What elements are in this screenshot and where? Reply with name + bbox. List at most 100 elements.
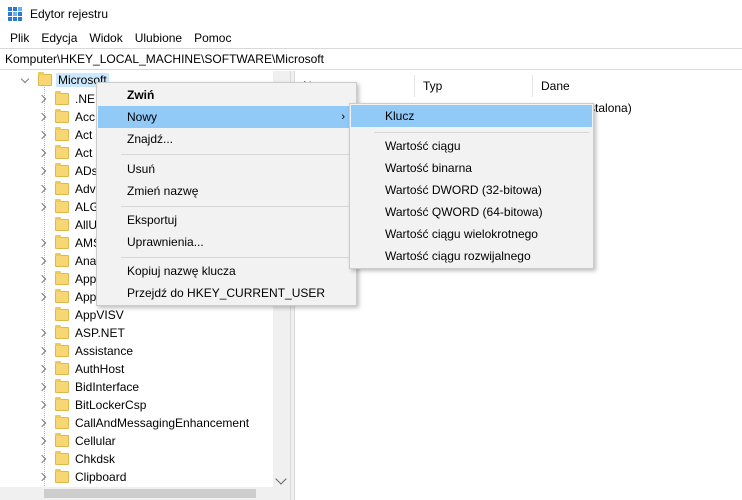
tree-item[interactable]: .NE (37, 90, 97, 108)
chevron-right-icon[interactable] (37, 418, 47, 428)
tree-item-label: ASP.NET (75, 326, 125, 340)
tree-item[interactable]: ASP.NET (37, 324, 127, 342)
submenu-item-expandable-string-value[interactable]: Wartość ciągu rozwijalnego (351, 245, 592, 267)
menu-item-find[interactable]: Znajdź... (98, 128, 355, 150)
tree-item[interactable]: Cellular (37, 432, 118, 450)
tree-item-label: Act (75, 146, 93, 160)
folder-icon (55, 361, 69, 375)
tree-item-label: CallAndMessagingEnhancement (75, 416, 250, 430)
tree-item[interactable]: BidInterface (37, 378, 141, 396)
tree-item[interactable]: Act (37, 126, 94, 144)
tree-item[interactable]: Act (37, 144, 94, 162)
context-menu: Zwiń Nowy › Znajdź... Usuń Zmień nazwę E… (96, 82, 357, 306)
tree-horizontal-scrollbar[interactable] (0, 487, 290, 500)
column-header-type[interactable]: Typ (415, 75, 533, 97)
chevron-right-icon[interactable] (37, 94, 47, 104)
folder-icon (55, 91, 69, 105)
chevron-right-icon[interactable] (37, 328, 47, 338)
tree-item[interactable]: App (37, 288, 98, 306)
folder-icon (38, 72, 52, 86)
chevron-right-icon[interactable] (37, 112, 47, 122)
column-header-data[interactable]: Dane (533, 75, 742, 97)
folder-icon (55, 109, 69, 123)
menu-ulubione[interactable]: Ulubione (129, 28, 188, 48)
chevron-right-icon[interactable] (37, 148, 47, 158)
menu-edycja[interactable]: Edycja (35, 28, 83, 48)
tree-item[interactable]: Chkdsk (37, 450, 117, 468)
menu-item-delete[interactable]: Usuń (98, 158, 355, 180)
scrollbar-thumb[interactable] (44, 489, 256, 498)
tree-item[interactable]: Ana (37, 252, 98, 270)
menu-item-collapse[interactable]: Zwiń (98, 84, 355, 106)
tree-item[interactable]: AllU (37, 216, 99, 234)
chevron-right-icon[interactable] (37, 274, 47, 284)
chevron-right-icon[interactable] (37, 454, 47, 464)
folder-icon (55, 181, 69, 195)
folder-icon (55, 451, 69, 465)
tree-item-label: Acc (75, 110, 96, 124)
tree-item-label: Assistance (75, 344, 134, 358)
folder-icon (55, 433, 69, 447)
chevron-down-icon[interactable] (20, 75, 30, 85)
chevron-right-icon[interactable] (37, 166, 47, 176)
tree-item-label: Clipboard (75, 470, 127, 484)
submenu-item-dword-value[interactable]: Wartość DWORD (32-bitowa) (351, 179, 592, 201)
tree-item[interactable]: Clipboard (37, 468, 128, 486)
chevron-right-icon[interactable] (37, 292, 47, 302)
tree-item-label: Chkdsk (75, 452, 116, 466)
tree-item[interactable]: AMS (37, 234, 103, 252)
registry-editor-icon (8, 7, 22, 21)
chevron-right-icon[interactable] (37, 436, 47, 446)
menu-separator (121, 257, 351, 258)
menu-pomoc[interactable]: Pomoc (188, 28, 237, 48)
chevron-right-icon[interactable] (37, 400, 47, 410)
submenu-item-key[interactable]: Klucz (351, 105, 592, 127)
tree-item[interactable]: AuthHost (37, 360, 126, 378)
menu-item-copy-key-name[interactable]: Kopiuj nazwę klucza (98, 260, 355, 282)
menu-item-permissions[interactable]: Uprawnienia... (98, 231, 355, 253)
chevron-right-icon[interactable] (37, 238, 47, 248)
chevron-right-icon[interactable] (37, 256, 47, 266)
menu-widok[interactable]: Widok (83, 28, 128, 48)
tree-item-label: App (75, 272, 97, 286)
window-title: Edytor rejestru (30, 7, 109, 21)
tree-item[interactable]: AppVISV (37, 306, 126, 324)
submenu-item-qword-value[interactable]: Wartość QWORD (64-bitowa) (351, 201, 592, 223)
scroll-down-arrow-icon[interactable] (275, 473, 287, 485)
menu-item-new-label: Nowy (127, 110, 158, 124)
title-bar: Edytor rejestru (0, 0, 742, 28)
tree-item-label: BitLockerCsp (75, 398, 147, 412)
tree-item[interactable]: App (37, 270, 98, 288)
menu-item-rename[interactable]: Zmień nazwę (98, 180, 355, 202)
chevron-right-icon[interactable] (37, 472, 47, 482)
folder-icon (55, 145, 69, 159)
chevron-right-icon[interactable] (37, 346, 47, 356)
chevron-right-icon[interactable] (37, 382, 47, 392)
tree-item[interactable]: ADs (37, 162, 100, 180)
menu-item-goto-hkcu[interactable]: Przejdź do HKEY_CURRENT_USER (98, 282, 355, 304)
address-bar[interactable]: Komputer\HKEY_LOCAL_MACHINE\SOFTWARE\Mic… (0, 48, 742, 70)
tree-item-label: Ana (75, 254, 97, 268)
menu-plik[interactable]: Plik (4, 28, 35, 48)
chevron-right-icon[interactable] (37, 184, 47, 194)
tree-item[interactable]: Acc (37, 108, 97, 126)
tree-item-label: AuthHost (75, 362, 125, 376)
tree-item[interactable]: Adv (37, 180, 98, 198)
tree-item-label: Adv (75, 182, 96, 196)
chevron-right-icon[interactable] (37, 130, 47, 140)
submenu-item-string-value[interactable]: Wartość ciągu (351, 135, 592, 157)
chevron-right-icon[interactable] (37, 364, 47, 374)
submenu-item-binary-value[interactable]: Wartość binarna (351, 157, 592, 179)
folder-icon (55, 217, 69, 231)
menu-item-new[interactable]: Nowy › (98, 106, 355, 128)
tree-item[interactable]: CallAndMessagingEnhancement (37, 414, 251, 432)
chevron-right-icon[interactable] (37, 202, 47, 212)
menu-item-export[interactable]: Eksportuj (98, 209, 355, 231)
tree-item[interactable]: BitLockerCsp (37, 396, 148, 414)
tree-item[interactable]: Assistance (37, 342, 135, 360)
tree-item-label: AppVISV (75, 308, 124, 322)
submenu-item-multi-string-value[interactable]: Wartość ciągu wielokrotnego (351, 223, 592, 245)
tree-item[interactable]: ALG (37, 198, 101, 216)
